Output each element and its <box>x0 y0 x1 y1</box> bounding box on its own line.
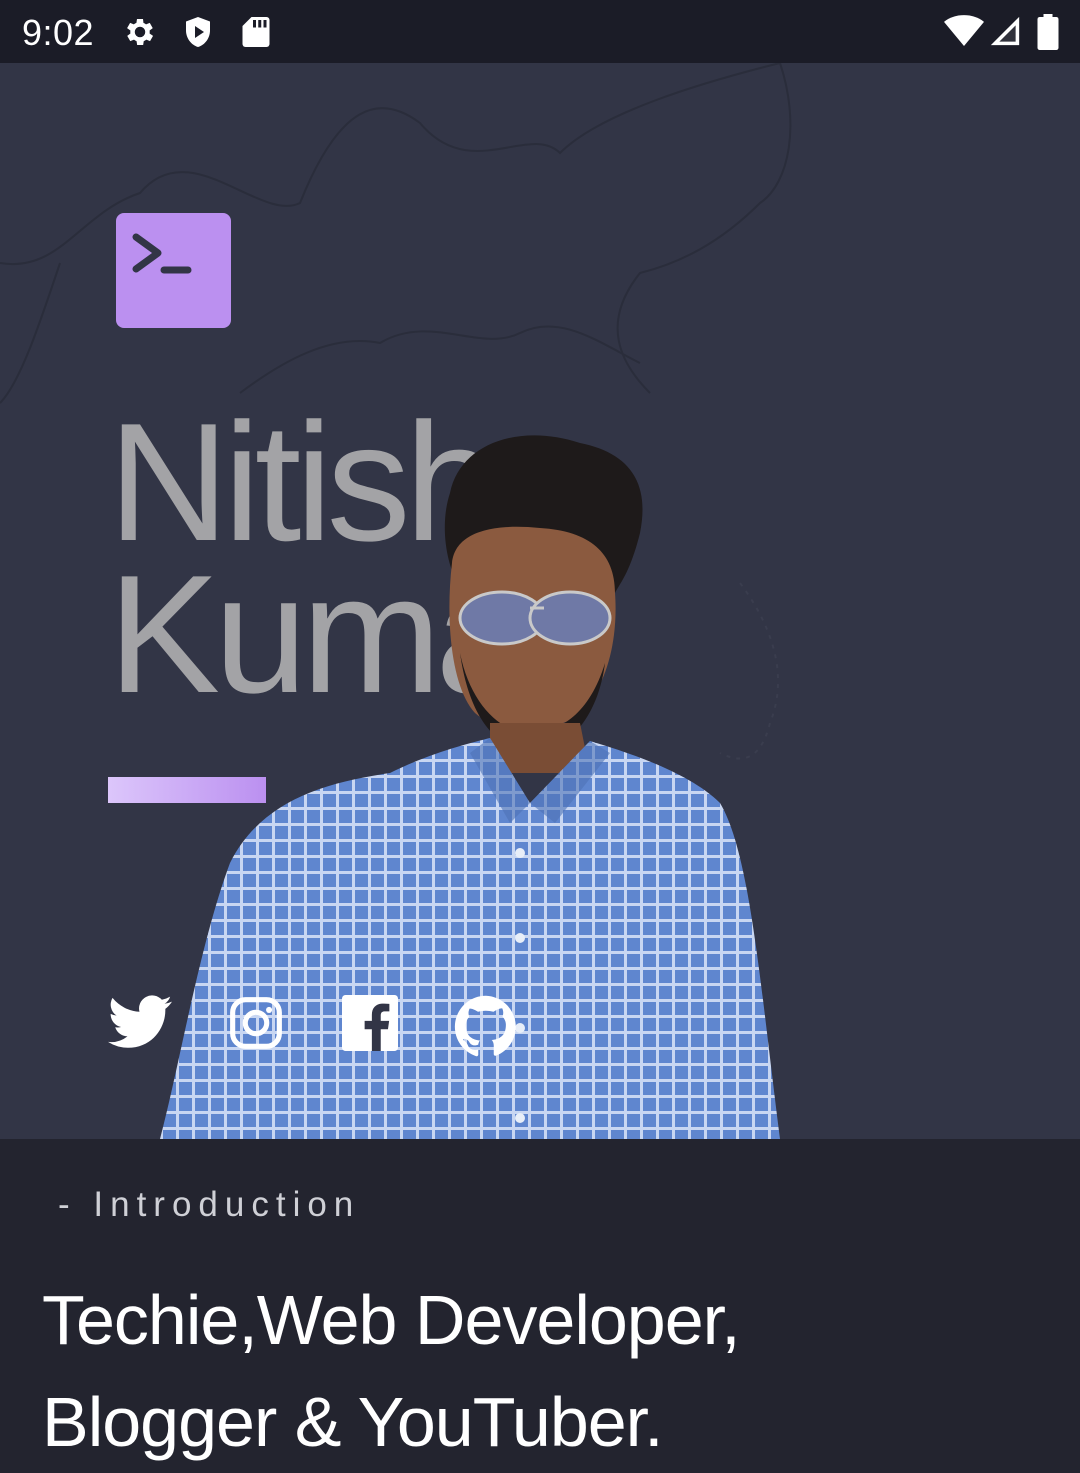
status-bar: 9:02 <box>0 0 1080 63</box>
battery-icon <box>1037 14 1059 50</box>
headline-line-2: Blogger & YouTuber. <box>42 1383 664 1461</box>
github-icon[interactable] <box>454 995 518 1057</box>
sd-card-icon <box>242 17 270 47</box>
intro-label: - Introduction <box>58 1185 361 1224</box>
headline: Techie,Web Developer, Blogger & YouTuber… <box>42 1269 1042 1473</box>
hero-section: Nitish Kumar <box>0 63 1080 1139</box>
introduction-section: - Introduction Techie,Web Developer, Blo… <box>0 1139 1080 1468</box>
instagram-icon[interactable] <box>228 995 284 1051</box>
signal-icon <box>990 16 1020 46</box>
status-time: 9:02 <box>22 12 95 53</box>
headline-line-1: Techie,Web Developer, <box>42 1281 741 1359</box>
terminal-icon <box>132 233 192 274</box>
settings-icon <box>127 18 154 46</box>
accent-underline <box>108 777 266 803</box>
wifi-icon <box>944 15 984 46</box>
facebook-icon[interactable] <box>342 995 398 1051</box>
shield-play-icon <box>186 17 210 47</box>
twitter-icon[interactable] <box>108 995 172 1051</box>
terminal-logo[interactable] <box>116 213 231 328</box>
